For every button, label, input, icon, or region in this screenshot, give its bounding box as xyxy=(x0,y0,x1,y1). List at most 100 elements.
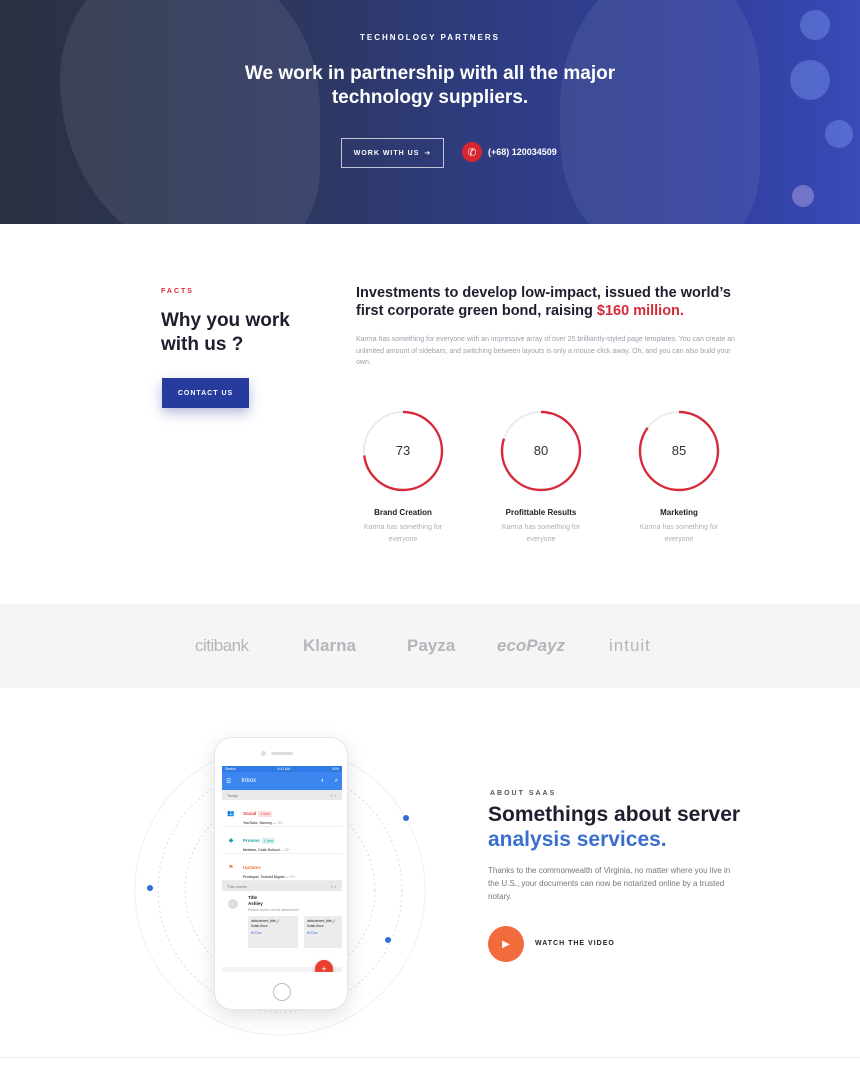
partner-logos-strip: citibank Klarna Payza ecoPayz intuit xyxy=(0,604,860,688)
row-title: Promos xyxy=(243,837,260,843)
row-count: 25+ xyxy=(284,847,291,852)
section-label: This month xyxy=(227,883,247,889)
watch-video-link[interactable]: WATCH THE VIDEO xyxy=(535,940,615,947)
stat-value: 85 xyxy=(671,443,687,458)
avatar xyxy=(228,899,238,909)
mail-header: Title Ashley xyxy=(248,895,263,907)
work-with-us-label: WORK WITH US xyxy=(353,149,420,157)
status-time: 9:41 AM xyxy=(277,767,291,771)
bokeh-light xyxy=(825,120,853,148)
menu-icon: ☰ xyxy=(226,778,232,785)
attachment-card: attachment_title_l hoisit.docx W Doc xyxy=(248,916,298,948)
mail-hint: Please check out the attachment xyxy=(248,908,299,912)
section-divider xyxy=(0,1057,860,1058)
about-title-line1: Somethings about server xyxy=(488,803,741,826)
bokeh-light xyxy=(792,185,814,207)
double-check-icon: ✓✓ xyxy=(330,883,337,889)
facts-headline: Investments to develop low-impact, issue… xyxy=(356,284,736,320)
attachment-name: attachment_title_l hoisit.docx xyxy=(251,919,279,928)
stat-label: Brand Creation xyxy=(374,508,432,517)
phone-screen: Sketch 9:41 AM 42% ☰ Inbox ◐ ⌕ Today ✓✓ … xyxy=(222,766,342,972)
row-title: Social xyxy=(243,810,257,816)
stat-subtitle: Karma has something for everyone xyxy=(363,524,443,543)
tag-icon: ◆ xyxy=(228,837,234,844)
toggle-icon: ◐ xyxy=(321,778,325,784)
hero-eyebrow: TECHNOLOGY PARTNERS xyxy=(360,33,500,42)
stat-marketing: 85 Marketing Karma has something for eve… xyxy=(629,410,729,545)
row-title: Updates xyxy=(243,864,261,870)
row-count: 25+ xyxy=(277,820,284,825)
play-video-button[interactable]: ▶ xyxy=(488,926,524,962)
bokeh-light xyxy=(790,60,830,100)
search-icon: ⌕ xyxy=(334,777,338,784)
section-label: Today xyxy=(227,792,238,798)
phone-contact[interactable]: ✆ (+68) 120034509 xyxy=(462,142,557,162)
mail-sender: Ashley xyxy=(248,901,263,906)
stat-subtitle: Karma has something for everyone xyxy=(639,524,719,543)
attachment-card: attachment_title_l hoisit.docx W Doc xyxy=(304,916,342,948)
stat-brand-creation: 73 Brand Creation Karma has something fo… xyxy=(353,410,453,545)
row-tag: 1 new xyxy=(258,810,272,817)
phone-speaker xyxy=(271,752,293,755)
hero-banner: TECHNOLOGY PARTNERS We work in partnersh… xyxy=(0,0,860,224)
double-check-icon: ✓✓ xyxy=(330,792,337,798)
logo-intuit[interactable]: intuit xyxy=(609,636,651,656)
about-title: Somethings about server analysis service… xyxy=(488,802,740,852)
facts-title: Why you work with us ? xyxy=(161,310,290,355)
facts-headline-accent: $160 million. xyxy=(596,303,684,319)
about-title-line2: analysis services. xyxy=(488,828,667,851)
facts-description: Karma has something for everyone with an… xyxy=(356,336,735,366)
phone-number: (+68) 120034509 xyxy=(488,147,557,157)
play-icon: ▶ xyxy=(502,938,510,950)
stat-value: 80 xyxy=(533,443,549,458)
row-tag: 1 new xyxy=(261,837,276,844)
logo-payza[interactable]: Payza xyxy=(407,636,455,656)
compose-fab: + xyxy=(315,960,333,972)
attachment-type: W Doc xyxy=(307,931,318,935)
phone-icon: ✆ xyxy=(462,142,482,162)
mail-title: Title xyxy=(248,895,258,900)
about-eyebrow: ABOUT SAAS xyxy=(490,790,557,797)
section-header-month: This month ✓✓ xyxy=(222,881,342,891)
flag-icon: ⚑ xyxy=(228,864,234,871)
logo-klarna[interactable]: Klarna xyxy=(303,636,356,656)
phone-mockup: Sketch 9:41 AM 42% ☰ Inbox ◐ ⌕ Today ✓✓ … xyxy=(214,737,348,1010)
facts-eyebrow: FACTS xyxy=(161,288,194,295)
row-sub: YouTube, Guncey ... xyxy=(243,820,277,825)
work-with-us-button[interactable]: WORK WITH US ➔ xyxy=(341,138,444,168)
stat-value: 73 xyxy=(395,443,411,458)
mail-card: Title Ashley Please check out the attach… xyxy=(222,891,342,967)
phone-camera xyxy=(261,751,266,756)
status-battery: 42% xyxy=(331,767,339,771)
people-icon: 👥 xyxy=(227,810,235,817)
mail-row-text: Updates Feedspot, Todoist Digest ... 25+ xyxy=(243,856,295,879)
attachment-type: W Doc xyxy=(251,931,262,935)
phone-home-button xyxy=(273,983,291,1001)
row-sub: Medium, Code School ... xyxy=(243,847,284,852)
mail-category-row: 👥 Social 1 new YouTube, Guncey ... 25+ xyxy=(222,800,342,827)
logo-ecopayz[interactable]: ecoPayz xyxy=(497,636,565,656)
orbit-dot xyxy=(385,937,391,943)
attachment-name: attachment_title_l hoisit.docx xyxy=(307,919,335,928)
stat-label: Profittable Results xyxy=(505,508,577,517)
mail-category-row: ◆ Promos 1 new Medium, Code School ... 25… xyxy=(222,827,342,854)
mail-row-text: Social 1 new YouTube, Guncey ... 25+ xyxy=(243,802,283,825)
stat-label: Marketing xyxy=(660,508,698,517)
arrow-right-icon: ➔ xyxy=(424,150,432,157)
status-carrier: Sketch xyxy=(225,767,236,771)
row-sub: Feedspot, Todoist Digest ... xyxy=(243,874,289,879)
mail-category-row: ⚑ Updates Feedspot, Todoist Digest ... 2… xyxy=(222,854,342,881)
stat-subtitle: Karma has something for everyone xyxy=(501,524,581,543)
app-bar-title: Inbox xyxy=(241,778,257,784)
app-bar: ☰ Inbox ◐ ⌕ xyxy=(222,772,342,790)
about-description: Thanks to the commonwealth of Virginia, … xyxy=(488,866,731,901)
contact-us-button[interactable]: CONTACT US xyxy=(162,378,249,408)
row-count: 25+ xyxy=(289,874,296,879)
orbit-dot xyxy=(403,815,409,821)
section-header-today: Today ✓✓ xyxy=(222,790,342,800)
logo-citibank[interactable]: citibank xyxy=(195,636,249,656)
mail-row-text: Promos 1 new Medium, Code School ... 25+ xyxy=(243,829,290,852)
orbit-dot xyxy=(147,885,153,891)
stat-profittable-results: 80 Profittable Results Karma has somethi… xyxy=(491,410,591,545)
hero-title: We work in partnership with all the majo… xyxy=(244,63,616,108)
